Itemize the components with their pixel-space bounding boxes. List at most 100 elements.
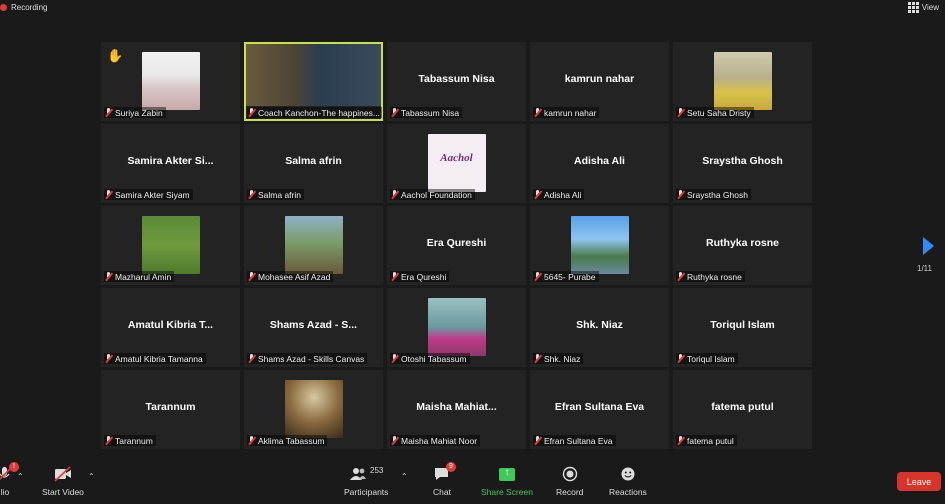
- recording-indicator: Recording: [0, 1, 47, 13]
- participant-name: fatema putul: [687, 435, 734, 446]
- share-screen-button[interactable]: Share Screen: [481, 466, 533, 498]
- participant-name: Ruthyka rosne: [687, 271, 742, 282]
- participant-tile[interactable]: Setu Saha Dristy: [673, 42, 812, 121]
- participant-video: [141, 216, 200, 274]
- participant-name: Maisha Mahiat Noor: [401, 435, 478, 446]
- participant-tile[interactable]: Ruthyka rosne Ruthyka rosne: [673, 206, 812, 285]
- participants-button[interactable]: 253 Participants: [344, 466, 388, 497]
- participant-name: Toriqul Islam: [687, 353, 735, 364]
- participant-tile[interactable]: Maisha Mahiat... Maisha Mahiat Noor: [387, 370, 526, 449]
- participant-label: Shams Azad - Skills Canvas: [247, 353, 368, 364]
- participant-video: [246, 44, 381, 106]
- participant-tile[interactable]: Shk. Niaz Shk. Niaz: [530, 288, 669, 367]
- participant-label: Efran Sultana Eva: [533, 435, 616, 446]
- participant-display-name: Ruthyka rosne: [706, 237, 779, 249]
- participant-name: Otoshi Tabassum: [401, 353, 467, 364]
- leave-button[interactable]: Leave: [897, 472, 941, 491]
- chat-button[interactable]: 9 Chat: [433, 462, 456, 497]
- participant-tile[interactable]: Efran Sultana Eva Efran Sultana Eva: [530, 370, 669, 449]
- participant-tile[interactable]: Samira Akter Si... Samira Akter Siyam: [101, 124, 240, 203]
- participant-tile[interactable]: Coach Kanchon-The happines...: [244, 42, 383, 121]
- participant-tile[interactable]: Tabassum Nisa Tabassum Nisa: [387, 42, 526, 121]
- participant-label: Amatul Kibria Tamanna: [104, 353, 206, 364]
- participant-label: Otoshi Tabassum: [390, 353, 470, 364]
- participant-tile[interactable]: Shams Azad - S... Shams Azad - Skills Can…: [244, 288, 383, 367]
- participant-video: [141, 52, 200, 110]
- muted-mic-icon: [533, 189, 542, 200]
- view-button[interactable]: View: [907, 1, 939, 13]
- participant-display-name: Tabassum Nisa: [418, 73, 495, 85]
- video-camera-icon: [54, 466, 72, 482]
- participant-name: kamrun nahar: [544, 107, 597, 118]
- muted-mic-icon: [104, 271, 113, 282]
- participant-tile[interactable]: kamrun nahar kamrun nahar: [530, 42, 669, 121]
- recording-label: Recording: [11, 2, 48, 12]
- participant-tile[interactable]: Adisha Ali Adisha Ali: [530, 124, 669, 203]
- participant-tile[interactable]: Era Qureshi Era Qureshi: [387, 206, 526, 285]
- reactions-button[interactable]: Reactions: [609, 466, 647, 497]
- participant-name: Efran Sultana Eva: [544, 435, 613, 446]
- participant-tile[interactable]: 5645- Purabe: [530, 206, 669, 285]
- audio-options-caret-icon[interactable]: ⌃: [17, 472, 24, 481]
- participant-tile[interactable]: Aklima Tabassum: [244, 370, 383, 449]
- participant-tile[interactable]: Otoshi Tabassum: [387, 288, 526, 367]
- chat-icon: 9: [433, 462, 456, 482]
- participant-name: Mazharul Amin: [115, 271, 172, 282]
- participant-tile[interactable]: Mazharul Amin: [101, 206, 240, 285]
- participant-label: Maisha Mahiat Noor: [390, 435, 481, 446]
- participant-tile[interactable]: Sraystha Ghosh Sraystha Ghosh: [673, 124, 812, 203]
- participant-label: Salma afrin: [247, 189, 304, 200]
- muted-mic-icon: [676, 189, 685, 200]
- video-options-caret-icon[interactable]: ⌃: [88, 472, 95, 481]
- participant-tile[interactable]: fatema putul fatema putul: [673, 370, 812, 449]
- participants-options-caret-icon[interactable]: ⌃: [401, 472, 408, 481]
- participants-icon: [349, 466, 367, 482]
- share-screen-label: Share Screen: [481, 487, 533, 497]
- participant-display-name: Salma afrin: [285, 155, 342, 167]
- muted-mic-icon: [533, 271, 542, 282]
- participant-name: Coach Kanchon-The happines...: [258, 107, 380, 118]
- participant-label: Ruthyka rosne: [676, 271, 745, 282]
- participant-name: 5645- Purabe: [544, 271, 596, 282]
- participant-label: Sraystha Ghosh: [676, 189, 751, 200]
- participants-count: 253: [370, 466, 384, 475]
- participant-tile[interactable]: ✋ Suriya Zabin: [101, 42, 240, 121]
- muted-mic-icon: [676, 353, 685, 364]
- participant-display-name: Adisha Ali: [574, 155, 625, 167]
- next-page-arrow-icon[interactable]: [923, 237, 934, 255]
- participant-tile[interactable]: Salma afrin Salma afrin: [244, 124, 383, 203]
- unmute-button[interactable]: ! lio: [0, 462, 19, 497]
- muted-mic-icon: [247, 189, 256, 200]
- participant-tile[interactable]: Aachol Aachol Foundation: [387, 124, 526, 203]
- participant-label: Adisha Ali: [533, 189, 585, 200]
- muted-mic-icon: [676, 271, 685, 282]
- audio-alert-badge: !: [9, 462, 19, 472]
- participant-video: [284, 216, 343, 274]
- participant-display-name: Sraystha Ghosh: [702, 155, 783, 167]
- record-button[interactable]: Record: [556, 466, 583, 497]
- participant-display-name: Era Qureshi: [426, 237, 487, 249]
- logo-text: Aachol: [440, 152, 473, 164]
- participant-display-name: Efran Sultana Eva: [554, 401, 645, 413]
- grid-view-icon: [907, 1, 919, 13]
- view-label: View: [921, 2, 939, 12]
- zoom-meeting-window: Recording View ✋ Suriya Zabin Coach Kancho…: [0, 0, 945, 504]
- participant-display-name: Samira Akter Si...: [127, 155, 214, 167]
- participant-tile[interactable]: Amatul Kibria T... Amatul Kibria Tamanna: [101, 288, 240, 367]
- participant-label: Mazharul Amin: [104, 271, 175, 282]
- muted-mic-icon: [390, 271, 399, 282]
- participant-tile[interactable]: Mohasee Asif Azad: [244, 206, 383, 285]
- muted-mic-icon: [533, 435, 542, 446]
- participant-video: [570, 216, 629, 274]
- participant-name: Aachol Foundation: [401, 189, 472, 200]
- muted-mic-icon: [104, 107, 113, 118]
- participant-tile[interactable]: Toriqul Islam Toriqul Islam: [673, 288, 812, 367]
- participant-display-name: kamrun nahar: [564, 73, 635, 85]
- participant-tile[interactable]: Tarannum Tarannum: [101, 370, 240, 449]
- participant-video: [713, 52, 772, 110]
- participant-name: Mohasee Asif Azad: [258, 271, 331, 282]
- raised-hand-icon: ✋: [107, 48, 124, 63]
- record-icon: [561, 466, 579, 482]
- muted-mic-icon: [247, 107, 256, 118]
- start-video-button[interactable]: Start Video: [42, 466, 84, 497]
